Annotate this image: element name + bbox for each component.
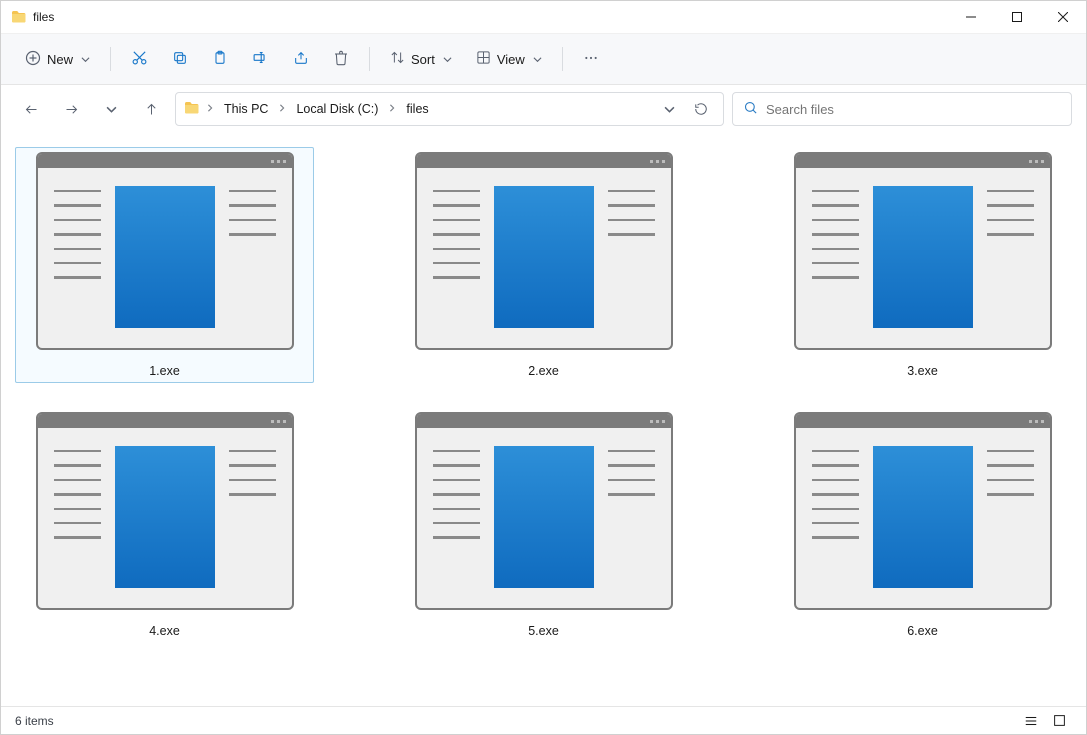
delete-button[interactable]	[323, 42, 359, 76]
minimize-button[interactable]	[948, 1, 994, 33]
file-name: 3.exe	[907, 364, 938, 378]
separator	[110, 47, 111, 71]
exe-thumbnail	[415, 412, 673, 610]
exe-thumbnail	[36, 152, 294, 350]
separator	[562, 47, 563, 71]
file-item[interactable]: 5.exe	[394, 407, 693, 643]
close-button[interactable]	[1040, 1, 1086, 33]
forward-button[interactable]	[55, 93, 87, 125]
search-icon	[743, 100, 758, 118]
paste-button[interactable]	[202, 42, 238, 76]
address-bar[interactable]: This PC Local Disk (C:) files	[175, 92, 724, 126]
more-icon	[583, 50, 599, 69]
file-name: 2.exe	[528, 364, 559, 378]
share-icon	[293, 50, 309, 69]
breadcrumb-segment[interactable]: files	[402, 100, 432, 118]
exe-thumbnail	[415, 152, 673, 350]
maximize-button[interactable]	[994, 1, 1040, 33]
chevron-down-icon	[533, 52, 542, 67]
sort-icon	[390, 50, 405, 68]
view-label: View	[497, 52, 525, 67]
exe-thumbnail	[36, 412, 294, 610]
thumbnails-view-button[interactable]	[1046, 711, 1072, 731]
item-count: 6 items	[15, 714, 54, 728]
chevron-right-icon[interactable]	[386, 104, 398, 115]
rename-button[interactable]	[242, 42, 279, 76]
cut-button[interactable]	[121, 42, 158, 76]
paste-icon	[212, 50, 228, 69]
file-item[interactable]: 6.exe	[773, 407, 1072, 643]
rename-icon	[252, 49, 269, 69]
back-button[interactable]	[15, 93, 47, 125]
recent-button[interactable]	[95, 93, 127, 125]
folder-icon	[11, 9, 27, 25]
status-bar: 6 items	[1, 706, 1086, 734]
window-title: files	[33, 10, 54, 24]
view-icon	[476, 50, 491, 68]
file-item[interactable]: 1.exe	[15, 147, 314, 383]
breadcrumb-segment[interactable]: Local Disk (C:)	[292, 100, 382, 118]
refresh-button[interactable]	[687, 95, 715, 123]
view-button[interactable]: View	[466, 42, 552, 76]
copy-icon	[172, 50, 188, 69]
file-item[interactable]: 4.exe	[15, 407, 314, 643]
more-button[interactable]	[573, 42, 609, 76]
plus-circle-icon	[25, 50, 41, 69]
file-item[interactable]: 2.exe	[394, 147, 693, 383]
file-name: 6.exe	[907, 624, 938, 638]
share-button[interactable]	[283, 42, 319, 76]
history-dropdown-button[interactable]	[655, 95, 683, 123]
exe-thumbnail	[794, 152, 1052, 350]
search-input[interactable]	[766, 102, 1061, 117]
new-button[interactable]: New	[15, 42, 100, 76]
details-view-button[interactable]	[1018, 711, 1044, 731]
sort-label: Sort	[411, 52, 435, 67]
cut-icon	[131, 49, 148, 69]
navigation-row: This PC Local Disk (C:) files	[1, 85, 1086, 133]
title-bar: files	[1, 1, 1086, 33]
sort-button[interactable]: Sort	[380, 42, 462, 76]
command-bar: New Sort	[1, 33, 1086, 85]
separator	[369, 47, 370, 71]
search-bar[interactable]	[732, 92, 1072, 126]
chevron-right-icon[interactable]	[204, 104, 216, 115]
copy-button[interactable]	[162, 42, 198, 76]
new-label: New	[47, 52, 73, 67]
chevron-right-icon[interactable]	[276, 104, 288, 115]
file-name: 1.exe	[149, 364, 180, 378]
file-item[interactable]: 3.exe	[773, 147, 1072, 383]
folder-icon	[184, 100, 200, 119]
exe-thumbnail	[794, 412, 1052, 610]
up-button[interactable]	[135, 93, 167, 125]
breadcrumb-segment[interactable]: This PC	[220, 100, 272, 118]
chevron-down-icon	[81, 52, 90, 67]
file-name: 4.exe	[149, 624, 180, 638]
chevron-down-icon	[443, 52, 452, 67]
file-name: 5.exe	[528, 624, 559, 638]
trash-icon	[333, 50, 349, 69]
file-list[interactable]: 1.exe 2.exe 3.exe 4.exe 5.exe 6.exe	[1, 133, 1086, 706]
